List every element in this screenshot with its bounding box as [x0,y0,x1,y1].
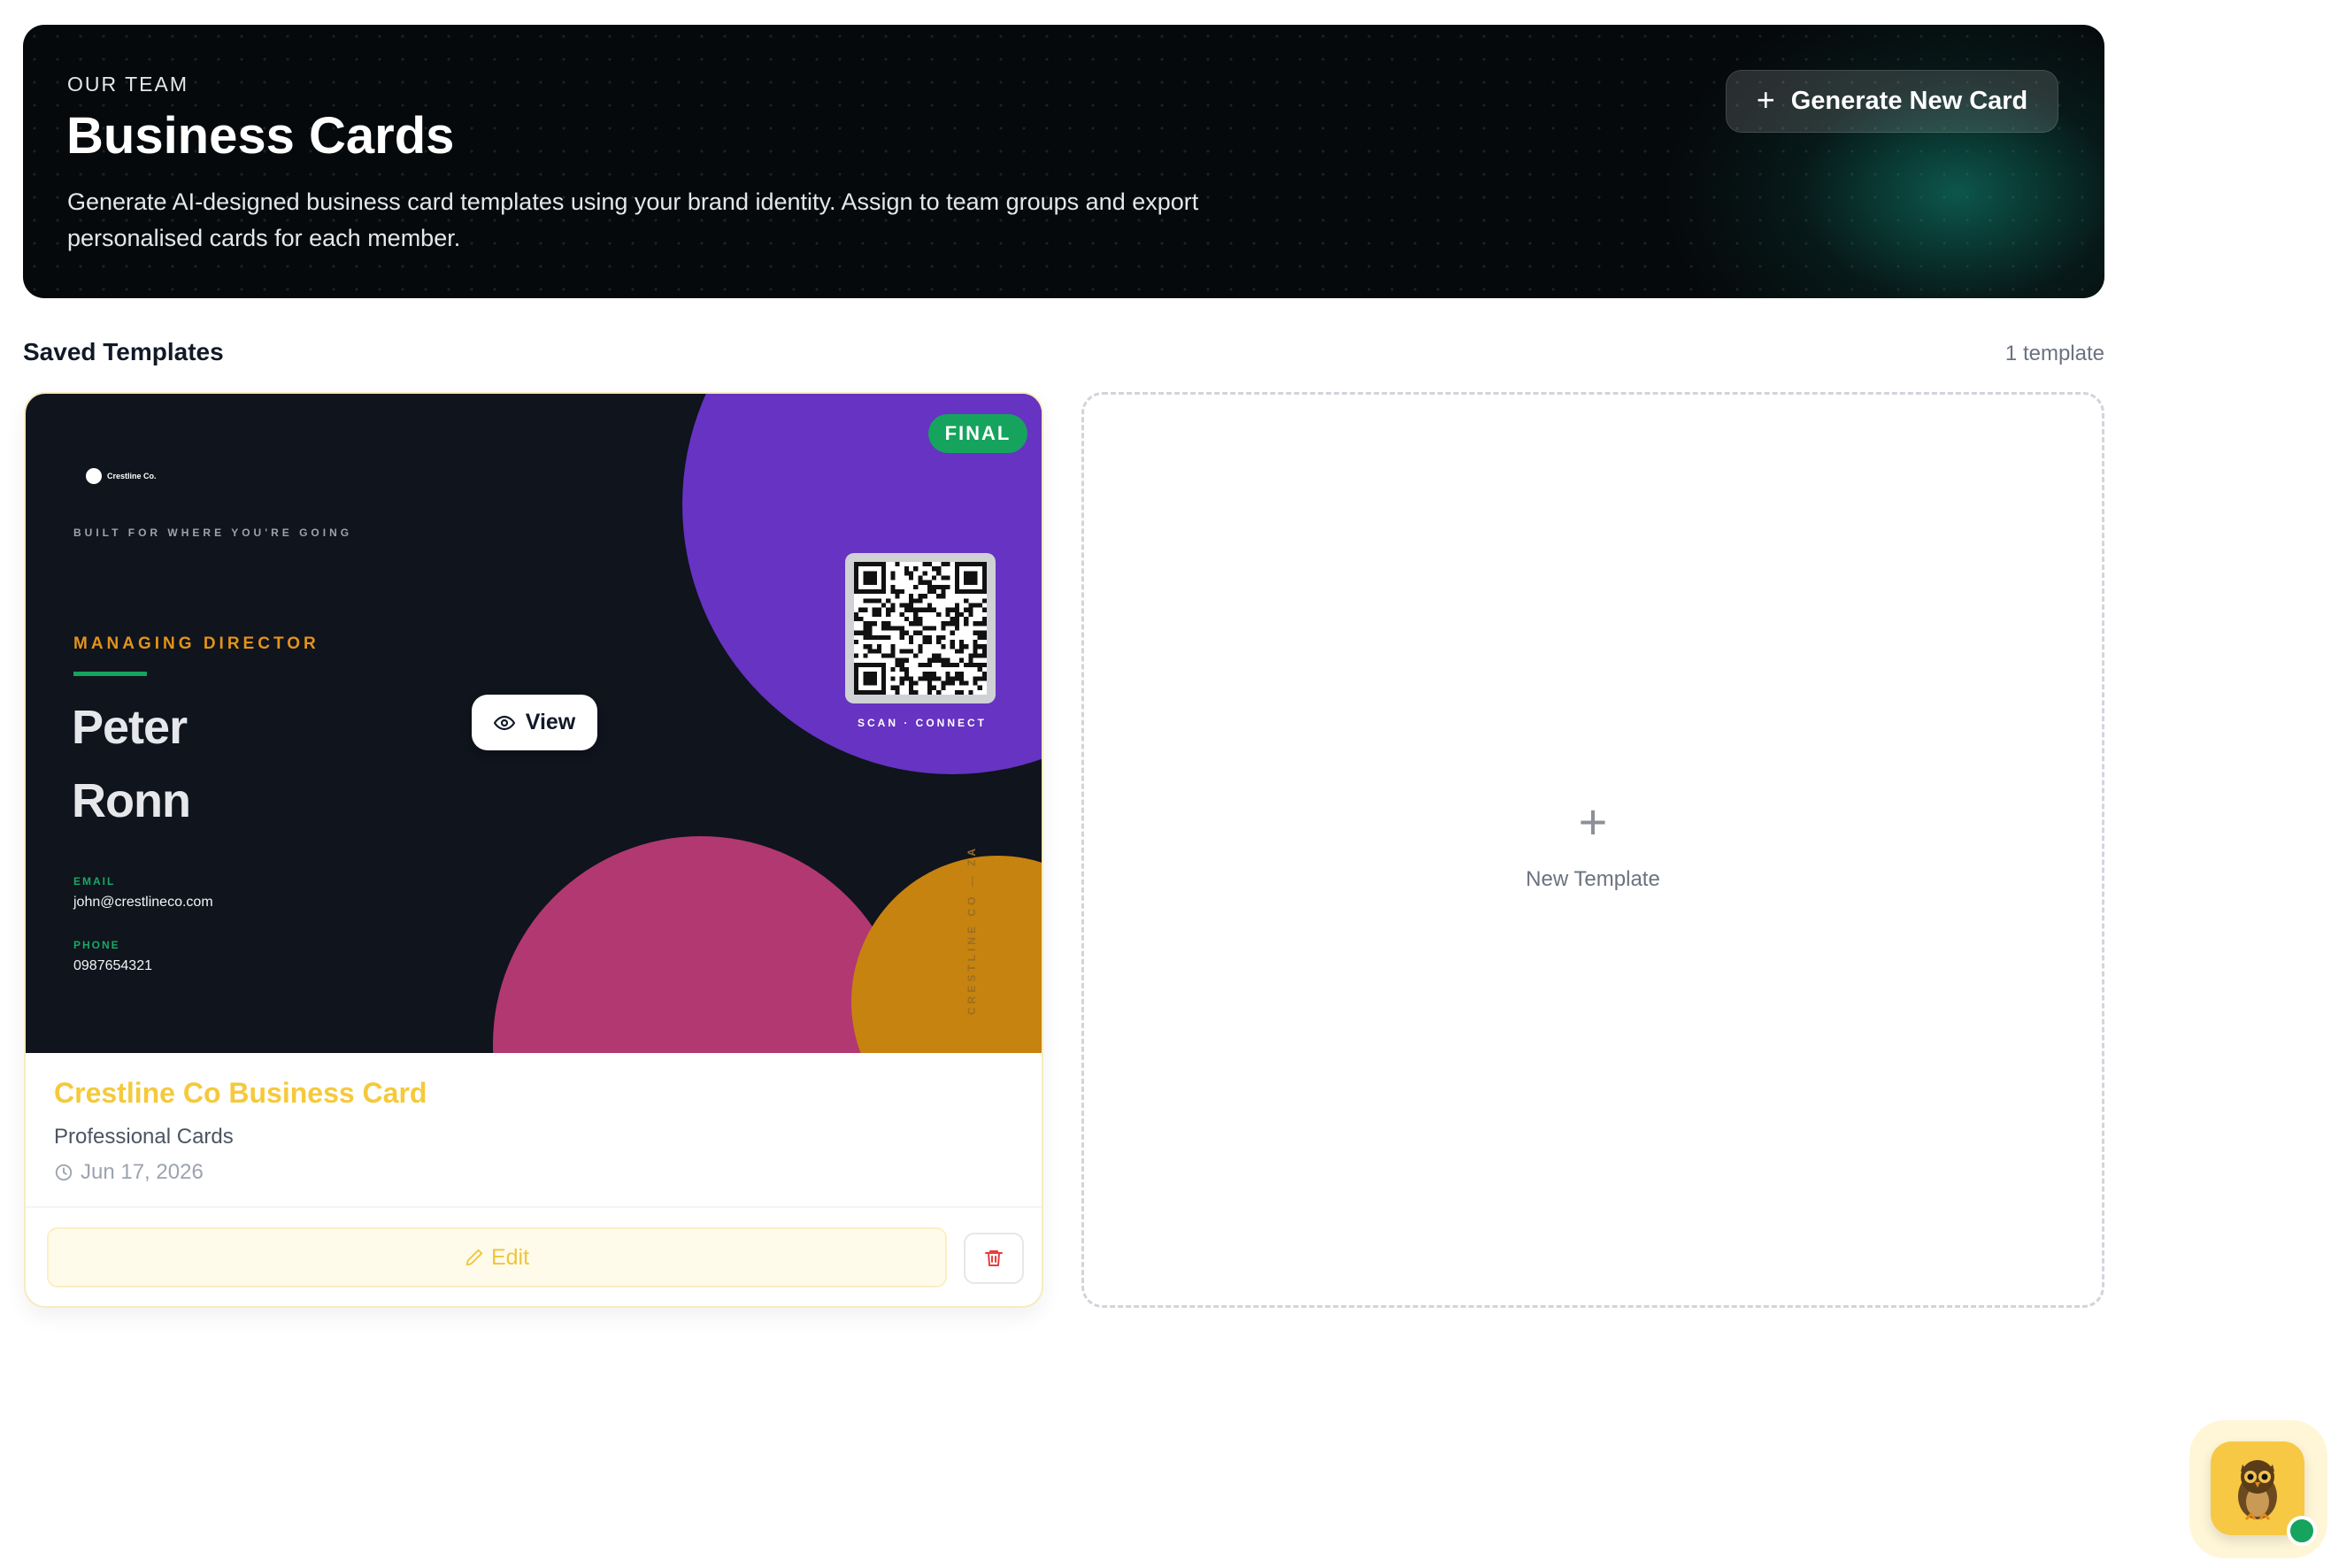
online-status-dot [2287,1516,2317,1546]
assistant-launcher[interactable] [2189,1420,2327,1558]
template-count: 1 template [2004,342,2104,365]
member-last-name: Ronn [72,774,191,827]
template-category: Professional Cards [54,1125,234,1149]
pencil-icon [465,1249,483,1266]
phone-label: PHONE [73,939,120,951]
email-label: EMAIL [73,875,116,888]
generate-new-card-label: Generate New Card [1790,87,2028,115]
qr-code-icon [854,562,987,695]
owl-mascot-icon [2238,1460,2277,1521]
view-label: View [525,710,576,734]
plus-icon: + [1756,81,1775,118]
new-template-card[interactable]: + New Template [1081,392,2104,1308]
pink-circle-shape [493,836,909,1053]
page-title: Business Cards [66,107,455,165]
trash-icon [985,1250,1003,1266]
logo-mark-icon [86,468,102,484]
brand-tagline: BUILT FOR WHERE YOU'RE GOING [73,527,353,539]
scan-connect-text: SCAN · CONNECT [858,717,987,729]
card-divider [26,1206,1042,1208]
new-template-label: New Template [1526,867,1660,891]
phone-value: 0987654321 [73,958,152,973]
clock-icon [55,1164,73,1181]
gold-circle-shape [851,856,1042,1053]
email-value: john@crestlineco.com [73,895,213,910]
brand-logo: Crestline Co. [86,468,157,484]
template-name[interactable]: Crestline Co Business Card [54,1077,427,1110]
section-title: Saved Templates [23,338,224,365]
edit-button[interactable]: Edit [47,1227,947,1287]
member-name: Peter Ronn [72,691,337,838]
delete-button[interactable] [964,1233,1024,1284]
vertical-brand-text: CRESTLINE CO — ZA [965,845,978,1016]
template-date-text: Jun 17, 2026 [81,1160,204,1184]
qr-code [845,553,996,703]
member-role: MANAGING DIRECTOR [73,634,319,653]
status-badge: FINAL [928,414,1027,453]
logo-text: Crestline Co. [107,472,157,480]
hero-eyebrow: OUR TEAM [67,73,188,96]
card-preview[interactable]: FINAL Crestline Co. BUILT FOR WHERE YOU'… [26,394,1042,1053]
generate-new-card-button[interactable]: + Generate New Card [1726,70,2058,133]
edit-label: Edit [490,1244,530,1270]
page-description: Generate AI-designed business card templ… [67,188,1199,251]
hero-banner: OUR TEAM Business Cards Generate AI-desi… [23,25,2104,298]
template-date: Jun 17, 2026 [54,1160,204,1185]
member-first-name: Peter [72,701,188,754]
view-button[interactable]: View [472,695,597,750]
plus-icon: + [1578,794,1608,849]
eye-icon [493,715,515,730]
template-card[interactable]: FINAL Crestline Co. BUILT FOR WHERE YOU'… [24,392,1043,1308]
role-underline [73,672,147,676]
